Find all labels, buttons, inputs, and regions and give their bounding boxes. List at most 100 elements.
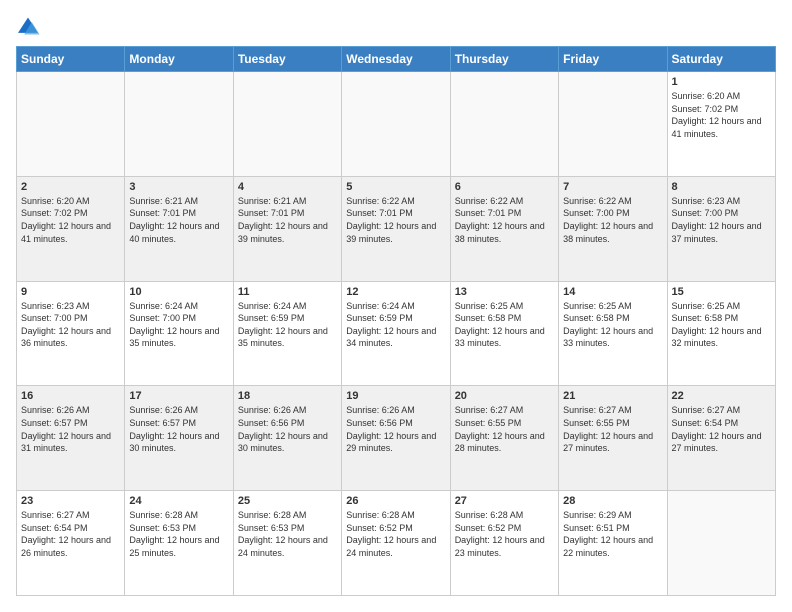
day-number: 28 xyxy=(563,495,662,507)
weekday-wednesday: Wednesday xyxy=(342,47,450,72)
calendar-cell: 16 Sunrise: 6:26 AM Sunset: 6:57 PM Dayli… xyxy=(17,386,125,491)
day-number: 26 xyxy=(346,495,445,507)
day-info: Sunrise: 6:29 AM Sunset: 6:51 PM Dayligh… xyxy=(563,509,662,559)
day-number: 16 xyxy=(21,390,120,402)
day-info: Sunrise: 6:27 AM Sunset: 6:55 PM Dayligh… xyxy=(455,404,554,454)
calendar-cell: 12Sunrise: 6:24 AM Sunset: 6:59 PM Dayli… xyxy=(342,281,450,386)
calendar-cell xyxy=(233,72,341,177)
calendar-cell: 23 Sunrise: 6:27 AM Sunset: 6:54 PM Dayli… xyxy=(17,491,125,596)
day-info: Sunrise: 6:28 AM Sunset: 6:52 PM Dayligh… xyxy=(346,509,445,559)
calendar-cell xyxy=(125,72,233,177)
calendar-cell: 15 Sunrise: 6:25 AM Sunset: 6:58 PM Dayli… xyxy=(667,281,775,386)
day-number: 25 xyxy=(238,495,337,507)
weekday-header-row: SundayMondayTuesdayWednesdayThursdayFrid… xyxy=(17,47,776,72)
day-number: 15 xyxy=(672,286,771,298)
calendar-week-row: 16 Sunrise: 6:26 AM Sunset: 6:57 PM Dayli… xyxy=(17,386,776,491)
weekday-tuesday: Tuesday xyxy=(233,47,341,72)
calendar-cell: 1Sunrise: 6:20 AM Sunset: 7:02 PM Daylig… xyxy=(667,72,775,177)
calendar-cell: 28 Sunrise: 6:29 AM Sunset: 6:51 PM Dayli… xyxy=(559,491,667,596)
day-number: 18 xyxy=(238,390,337,402)
day-number: 13 xyxy=(455,286,554,298)
day-number: 19 xyxy=(346,390,445,402)
weekday-monday: Monday xyxy=(125,47,233,72)
weekday-thursday: Thursday xyxy=(450,47,558,72)
calendar-cell xyxy=(17,72,125,177)
calendar-week-row: 9 Sunrise: 6:23 AM Sunset: 7:00 PM Daylig… xyxy=(17,281,776,386)
calendar-cell: 6 Sunrise: 6:22 AM Sunset: 7:01 PM Daylig… xyxy=(450,176,558,281)
day-info: Sunrise: 6:26 AM Sunset: 6:56 PM Dayligh… xyxy=(238,404,337,454)
calendar-cell: 5Sunrise: 6:22 AM Sunset: 7:01 PM Daylig… xyxy=(342,176,450,281)
day-info: Sunrise: 6:22 AM Sunset: 7:00 PM Dayligh… xyxy=(563,195,662,245)
calendar-cell: 4 Sunrise: 6:21 AM Sunset: 7:01 PM Daylig… xyxy=(233,176,341,281)
day-number: 9 xyxy=(21,286,120,298)
day-info: Sunrise: 6:26 AM Sunset: 6:57 PM Dayligh… xyxy=(21,404,120,454)
day-number: 22 xyxy=(672,390,771,402)
calendar-cell: 13Sunrise: 6:25 AM Sunset: 6:58 PM Dayli… xyxy=(450,281,558,386)
calendar-cell: 25Sunrise: 6:28 AM Sunset: 6:53 PM Dayli… xyxy=(233,491,341,596)
calendar-cell: 22 Sunrise: 6:27 AM Sunset: 6:54 PM Dayli… xyxy=(667,386,775,491)
calendar-cell: 11 Sunrise: 6:24 AM Sunset: 6:59 PM Dayli… xyxy=(233,281,341,386)
day-info: Sunrise: 6:25 AM Sunset: 6:58 PM Dayligh… xyxy=(563,300,662,350)
day-info: Sunrise: 6:25 AM Sunset: 6:58 PM Dayligh… xyxy=(672,300,771,350)
calendar-cell xyxy=(342,72,450,177)
day-number: 21 xyxy=(563,390,662,402)
day-number: 8 xyxy=(672,181,771,193)
logo-icon xyxy=(16,16,40,36)
day-number: 10 xyxy=(129,286,228,298)
day-number: 2 xyxy=(21,181,120,193)
day-info: Sunrise: 6:21 AM Sunset: 7:01 PM Dayligh… xyxy=(129,195,228,245)
calendar-cell: 18 Sunrise: 6:26 AM Sunset: 6:56 PM Dayli… xyxy=(233,386,341,491)
calendar-cell: 17Sunrise: 6:26 AM Sunset: 6:57 PM Dayli… xyxy=(125,386,233,491)
day-number: 20 xyxy=(455,390,554,402)
day-info: Sunrise: 6:27 AM Sunset: 6:55 PM Dayligh… xyxy=(563,404,662,454)
calendar-cell: 20 Sunrise: 6:27 AM Sunset: 6:55 PM Dayli… xyxy=(450,386,558,491)
day-info: Sunrise: 6:26 AM Sunset: 6:57 PM Dayligh… xyxy=(129,404,228,454)
calendar-cell: 24Sunrise: 6:28 AM Sunset: 6:53 PM Dayli… xyxy=(125,491,233,596)
day-info: Sunrise: 6:21 AM Sunset: 7:01 PM Dayligh… xyxy=(238,195,337,245)
day-info: Sunrise: 6:28 AM Sunset: 6:52 PM Dayligh… xyxy=(455,509,554,559)
calendar-week-row: 1Sunrise: 6:20 AM Sunset: 7:02 PM Daylig… xyxy=(17,72,776,177)
day-info: Sunrise: 6:20 AM Sunset: 7:02 PM Dayligh… xyxy=(21,195,120,245)
day-number: 11 xyxy=(238,286,337,298)
day-info: Sunrise: 6:22 AM Sunset: 7:01 PM Dayligh… xyxy=(455,195,554,245)
calendar-cell: 21 Sunrise: 6:27 AM Sunset: 6:55 PM Dayli… xyxy=(559,386,667,491)
calendar-cell: 8 Sunrise: 6:23 AM Sunset: 7:00 PM Daylig… xyxy=(667,176,775,281)
calendar-cell: 26 Sunrise: 6:28 AM Sunset: 6:52 PM Dayli… xyxy=(342,491,450,596)
calendar-cell xyxy=(450,72,558,177)
calendar-cell: 3 Sunrise: 6:21 AM Sunset: 7:01 PM Daylig… xyxy=(125,176,233,281)
calendar-cell: 9 Sunrise: 6:23 AM Sunset: 7:00 PM Daylig… xyxy=(17,281,125,386)
day-number: 6 xyxy=(455,181,554,193)
weekday-sunday: Sunday xyxy=(17,47,125,72)
day-number: 24 xyxy=(129,495,228,507)
logo xyxy=(16,16,42,36)
page: SundayMondayTuesdayWednesdayThursdayFrid… xyxy=(0,0,792,612)
calendar-cell: 10 Sunrise: 6:24 AM Sunset: 7:00 PM Dayli… xyxy=(125,281,233,386)
day-number: 5 xyxy=(346,181,445,193)
day-info: Sunrise: 6:20 AM Sunset: 7:02 PM Dayligh… xyxy=(672,90,771,140)
day-info: Sunrise: 6:23 AM Sunset: 7:00 PM Dayligh… xyxy=(21,300,120,350)
day-info: Sunrise: 6:27 AM Sunset: 6:54 PM Dayligh… xyxy=(672,404,771,454)
weekday-saturday: Saturday xyxy=(667,47,775,72)
day-info: Sunrise: 6:27 AM Sunset: 6:54 PM Dayligh… xyxy=(21,509,120,559)
day-info: Sunrise: 6:23 AM Sunset: 7:00 PM Dayligh… xyxy=(672,195,771,245)
calendar-cell: 7 Sunrise: 6:22 AM Sunset: 7:00 PM Daylig… xyxy=(559,176,667,281)
weekday-friday: Friday xyxy=(559,47,667,72)
day-number: 7 xyxy=(563,181,662,193)
calendar-cell: 14 Sunrise: 6:25 AM Sunset: 6:58 PM Dayli… xyxy=(559,281,667,386)
calendar-cell: 2 Sunrise: 6:20 AM Sunset: 7:02 PM Daylig… xyxy=(17,176,125,281)
calendar-table: SundayMondayTuesdayWednesdayThursdayFrid… xyxy=(16,46,776,596)
day-number: 4 xyxy=(238,181,337,193)
day-number: 27 xyxy=(455,495,554,507)
day-info: Sunrise: 6:24 AM Sunset: 7:00 PM Dayligh… xyxy=(129,300,228,350)
day-info: Sunrise: 6:24 AM Sunset: 6:59 PM Dayligh… xyxy=(346,300,445,350)
calendar-cell: 19 Sunrise: 6:26 AM Sunset: 6:56 PM Dayli… xyxy=(342,386,450,491)
calendar-cell xyxy=(667,491,775,596)
day-info: Sunrise: 6:26 AM Sunset: 6:56 PM Dayligh… xyxy=(346,404,445,454)
day-info: Sunrise: 6:24 AM Sunset: 6:59 PM Dayligh… xyxy=(238,300,337,350)
calendar-week-row: 2 Sunrise: 6:20 AM Sunset: 7:02 PM Daylig… xyxy=(17,176,776,281)
day-number: 14 xyxy=(563,286,662,298)
calendar-cell: 27 Sunrise: 6:28 AM Sunset: 6:52 PM Dayli… xyxy=(450,491,558,596)
day-number: 3 xyxy=(129,181,228,193)
calendar-week-row: 23 Sunrise: 6:27 AM Sunset: 6:54 PM Dayli… xyxy=(17,491,776,596)
day-number: 23 xyxy=(21,495,120,507)
